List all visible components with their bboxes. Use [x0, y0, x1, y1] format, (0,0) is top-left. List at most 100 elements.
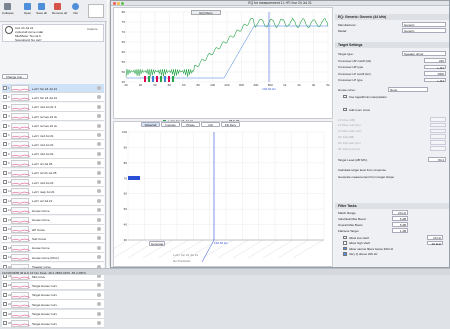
measurement-checkbox[interactable] [3, 95, 7, 99]
gear-icon[interactable] [97, 180, 101, 184]
tab-gd[interactable]: GD [201, 122, 220, 127]
gear-icon[interactable] [97, 312, 101, 316]
gear-icon[interactable] [97, 255, 101, 259]
save-all-button[interactable]: Save all [36, 3, 47, 18]
wf-check-1[interactable]: L+R l hsr 24 Jul 21 [173, 253, 198, 257]
room-curve-input[interactable] [430, 140, 446, 145]
measurement-row[interactable]: 2 L+R l hsr 24 Jul 21 [2, 93, 104, 102]
measurement-checkbox[interactable] [3, 302, 7, 306]
measurement-checkbox[interactable] [3, 255, 7, 259]
measurement-row[interactable]: 8 L+R l mid Jul 21 [2, 150, 104, 159]
change-cal-button[interactable]: Change Cal... [2, 74, 28, 79]
gear-icon[interactable] [97, 152, 101, 156]
crossover-input[interactable]: 1000 [424, 71, 446, 76]
measurement-row[interactable]: 17 Sub Curve [2, 234, 104, 243]
measurement-checkbox[interactable] [3, 114, 7, 118]
add-room-curve-checkbox[interactable] [343, 108, 347, 112]
room-curve-input[interactable] [430, 129, 446, 134]
gear-icon[interactable] [97, 171, 101, 175]
measurement-row[interactable]: 14 House Curve [2, 206, 104, 215]
measurement-row[interactable]: 7 L+R l mid Jul 21 [2, 140, 104, 149]
measurement-checkbox[interactable] [3, 171, 7, 175]
measurement-row[interactable]: 25 Target House Curv [2, 310, 104, 319]
gear-icon[interactable] [97, 208, 101, 212]
minimize-icon[interactable] [117, 2, 120, 5]
gear-icon[interactable] [97, 161, 101, 165]
gear-icon[interactable] [97, 133, 101, 137]
gear-icon[interactable] [97, 86, 101, 90]
filter-task-input[interactable]: 20 Hz [392, 210, 408, 215]
filter-check-value[interactable]: 20 Hz [427, 235, 443, 240]
room-curve-input[interactable] [430, 117, 446, 122]
wf-level-marker[interactable] [128, 176, 140, 180]
gear-icon[interactable] [97, 246, 101, 250]
gear-icon[interactable] [97, 283, 101, 287]
model-select[interactable]: Generic [402, 28, 446, 33]
waterfall-graph[interactable]: 100 90 80 70 60 50 40 30 140.62 Hz [113, 121, 333, 267]
tab-filt-derv[interactable]: Filt Derv [221, 122, 240, 127]
house-curve-select[interactable]: None [388, 87, 428, 92]
measurement-row[interactable]: 23 Target House Curv [2, 291, 104, 300]
gear-icon[interactable] [97, 189, 101, 193]
filter-task-input[interactable]: 1 dB [392, 228, 408, 233]
gear-icon[interactable] [97, 302, 101, 306]
measurement-row[interactable]: 13 L+R l ref Jul 21 [2, 197, 104, 206]
measurement-checkbox[interactable] [3, 227, 7, 231]
measurement-row[interactable]: 12 L+R l rasp Jul 21 [2, 187, 104, 196]
measurement-row[interactable]: 19 House Curve (DCC) [2, 253, 104, 262]
measurement-row[interactable]: 15 House Curve [2, 216, 104, 225]
close-icon[interactable] [113, 2, 116, 5]
measurement-row[interactable]: 22 Target House Curv [2, 281, 104, 290]
gear-icon[interactable] [97, 227, 101, 231]
gear-icon[interactable] [97, 321, 101, 325]
measurement-checkbox[interactable] [3, 105, 7, 109]
gen-target-button[interactable]: Generate measurement from target shape [338, 175, 394, 179]
filter-checkbox[interactable] [343, 247, 347, 251]
room-curve-input[interactable] [430, 123, 446, 128]
measurement-row[interactable]: 6 L+R l mid Jul 21 [2, 131, 104, 140]
gear-icon[interactable] [97, 95, 101, 99]
measurement-checkbox[interactable] [3, 133, 7, 137]
eq-graph[interactable]: 20 30 40 50 60 80 100 200 300 400 500 1k 2k 3k 5k 80 75 7… [113, 7, 333, 119]
target-level-input[interactable]: 84.4 [428, 157, 446, 162]
measurement-row[interactable]: 4 L+R l ref ses 24 Ju [2, 112, 104, 121]
measurement-checkbox[interactable] [3, 189, 7, 193]
filter-checkbox[interactable] [343, 236, 347, 240]
tab-impulse[interactable]: Impulse [161, 122, 180, 127]
crossover-input[interactable]: L-R4 [424, 65, 446, 70]
crossover-input[interactable]: L-R4 [424, 78, 446, 83]
measurement-checkbox[interactable] [3, 246, 7, 250]
measurement-row[interactable]: 9 L+R l ref Jul 25 [2, 159, 104, 168]
measurement-row[interactable]: 5 L+R l ref ses 24 Ju [2, 122, 104, 131]
measurement-checkbox[interactable] [3, 218, 7, 222]
target-type-select[interactable]: Speaker driver [402, 51, 446, 56]
maximize-icon[interactable] [121, 2, 124, 5]
filter-task-input[interactable]: 6 dB [392, 216, 408, 221]
tab-phase[interactable]: Phase [181, 122, 200, 127]
measurement-row[interactable]: 11 L+R l mid Jul 21 [2, 178, 104, 187]
gear-icon[interactable] [97, 114, 101, 118]
measurement-checkbox[interactable] [3, 152, 7, 156]
generate-button[interactable]: Generate [149, 241, 165, 246]
manufacturer-select[interactable]: Generic [402, 22, 446, 27]
gear-icon[interactable] [97, 142, 101, 146]
tab-waterfall[interactable]: Waterfall [141, 122, 160, 127]
gear-icon[interactable] [97, 105, 101, 109]
filter-checkbox[interactable] [343, 241, 347, 245]
measurement-row[interactable]: 3 L+R l mid Jul 21 3 [2, 103, 104, 112]
gear-icon[interactable] [97, 199, 101, 203]
measurement-checkbox[interactable] [3, 321, 7, 325]
collapse-button[interactable]: Collapse [2, 3, 13, 18]
info-button[interactable]: Info [70, 3, 81, 18]
gear-icon[interactable] [97, 218, 101, 222]
tab-eq-filters[interactable]: EQ Filters [191, 10, 221, 15]
measurement-checkbox[interactable] [3, 124, 7, 128]
capture-label[interactable]: Capture [87, 27, 98, 31]
measurement-row[interactable]: 1 L+R l hsr 24 Jul 21 [2, 84, 104, 93]
measurement-row[interactable]: 18 House Curve [2, 244, 104, 253]
measurement-checkbox[interactable] [3, 161, 7, 165]
measurement-checkbox[interactable] [3, 236, 7, 240]
measurement-row[interactable]: 26 Target House Curv [2, 319, 104, 328]
log-interp-checkbox[interactable] [343, 95, 347, 99]
measurement-checkbox[interactable] [3, 199, 7, 203]
